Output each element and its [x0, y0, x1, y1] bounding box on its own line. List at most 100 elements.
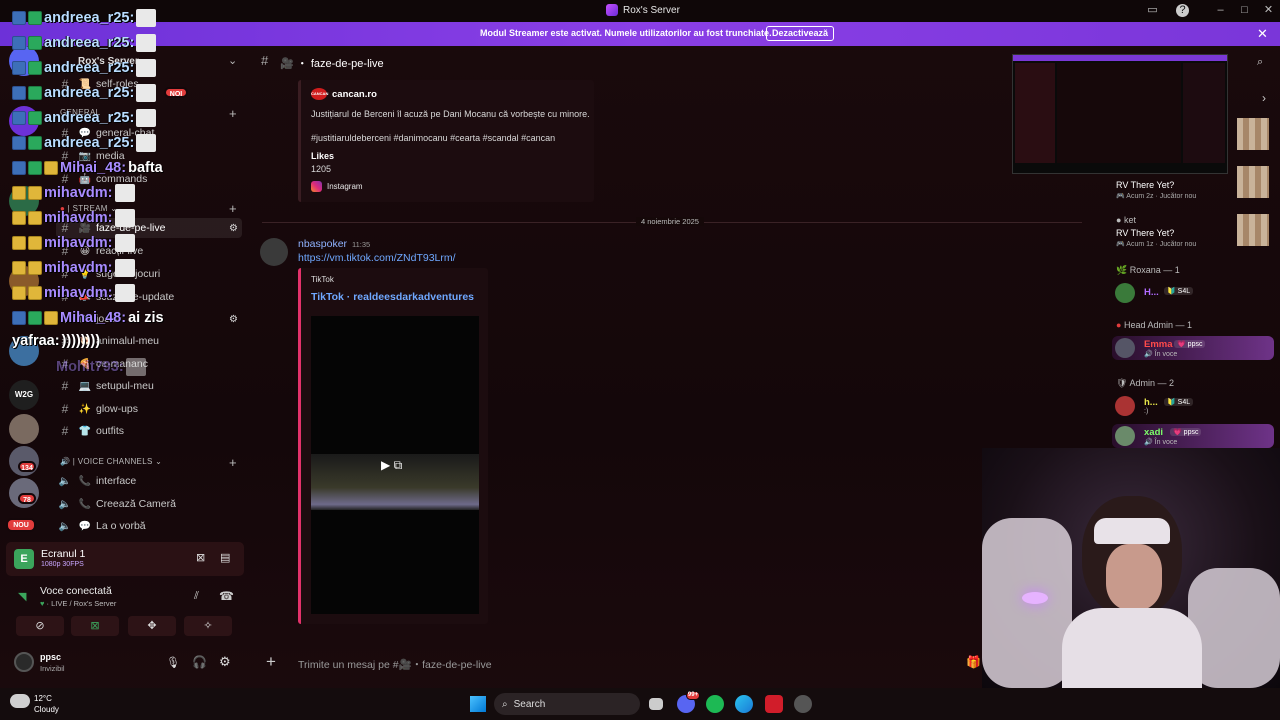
hash-icon: # [61, 221, 69, 235]
member-row[interactable]: Emma 💗 ppsc 🔊 În voce [1112, 336, 1274, 360]
task-view-icon[interactable] [649, 698, 663, 710]
voice-channel-item[interactable]: 🔈 📞 interface [56, 471, 242, 491]
server-tag: 🔰 S4L [1164, 398, 1194, 406]
activities-button[interactable]: ✥ [128, 616, 176, 636]
channel-item[interactable]: # 😀 reacții-live [56, 241, 242, 261]
stream-preview[interactable] [1012, 54, 1228, 174]
channel-item[interactable]: # 🐶 animalul-meu [56, 331, 242, 351]
speaker-icon: 🔈 [58, 475, 72, 487]
minimize-icon[interactable]: – [1214, 4, 1227, 17]
streamer-mode-banner: Modul Streamer este activat. Numele util… [0, 22, 1280, 46]
add-channel-icon[interactable]: + [229, 106, 237, 121]
disconnect-icon[interactable]: ☎ [219, 589, 234, 603]
noise-suppression-icon[interactable]: ⫽ [194, 590, 199, 603]
hash-icon: # [61, 77, 69, 91]
help-icon[interactable]: ? [1176, 4, 1189, 17]
channel-item[interactable]: # 👕 outfits [56, 421, 242, 441]
w2g-server-icon[interactable]: W2G [9, 380, 39, 410]
channel-label: reacții-live [96, 245, 144, 257]
gear-icon[interactable]: ⚙ [219, 654, 231, 670]
share-screen-button[interactable]: ⊠ [71, 616, 119, 636]
server-tag: 🔰 S4L [1164, 287, 1194, 295]
channel-item[interactable]: # 💡 sugestii-jocuri [56, 264, 242, 284]
play-icon[interactable]: ▶ ⧉ [381, 458, 402, 473]
disable-streamer-button[interactable]: Dezactivează [766, 26, 835, 41]
channel-item[interactable]: # 💻 setupul-meu [56, 376, 242, 396]
member-row[interactable]: h... 🔰 S4L :) [1112, 394, 1274, 418]
message-input[interactable]: Trimite un mesaj pe #🎥・faze-de-pe-live [298, 657, 492, 672]
stream-settings-icon[interactable]: ▤ [220, 551, 230, 564]
member-group-label: ● Head Admin — 1 [1116, 320, 1192, 330]
embed-title[interactable]: TikTok · realdeesdarkadventures [311, 291, 474, 303]
maximize-icon[interactable]: □ [1238, 4, 1251, 17]
home-icon[interactable] [9, 46, 39, 76]
category-stream[interactable]: ● | STREAM ⌄ [60, 204, 117, 213]
chevron-right-icon[interactable]: › [1262, 91, 1266, 105]
avatar[interactable] [1237, 118, 1269, 150]
server-icon[interactable] [9, 266, 39, 296]
soundboard-button[interactable]: ✧ [184, 616, 232, 636]
channel-item[interactable]: # 💬 general-chat [56, 123, 242, 143]
voice-channel-item[interactable]: 🔈 📞 Creează Cameră [56, 494, 242, 514]
server-icon[interactable] [9, 336, 39, 366]
activity-title: RV There Yet? [1116, 180, 1175, 190]
add-attachment-icon[interactable]: + [266, 652, 276, 672]
channel-item-active[interactable]: # 🎥 faze-de-pe-live ⚙ [56, 218, 242, 238]
category-general[interactable]: GENERAL [60, 108, 100, 117]
voice-channel-item[interactable]: 🔈 💬 La o vorbă [56, 516, 242, 536]
signal-icon: ◥ [18, 591, 27, 603]
server-header[interactable]: Rox's Server ⌄ [56, 55, 242, 70]
screen-share-panel[interactable]: E Ecranul 1 1080p 30FPS ⊠ ▤ [6, 542, 244, 576]
embed-provider[interactable]: CANCAN cancan.ro [311, 88, 377, 100]
channel-item[interactable]: # 🤖 commands [56, 169, 242, 189]
date-separator: 4 noiembrie 2025 [262, 217, 1082, 226]
video-player[interactable]: ▶ ⧉ [311, 316, 479, 614]
instagram-icon [311, 181, 322, 192]
inbox-icon[interactable]: ▭ [1146, 4, 1159, 17]
close-window-icon[interactable]: ✕ [1262, 4, 1275, 17]
activity-sub: 🎮 Acum 2z · Jucător nou [1116, 193, 1197, 200]
member-name: xadi [1144, 427, 1164, 438]
add-channel-icon[interactable]: + [229, 455, 237, 470]
search-icon[interactable]: ⌕ [1257, 56, 1263, 69]
channel-item[interactable]: # 🍕 ce-mananc [56, 354, 242, 374]
channel-item[interactable]: # 📜 self-roles [56, 74, 242, 94]
server-icon[interactable] [9, 106, 39, 136]
channel-item[interactable]: # 📷 media [56, 146, 242, 166]
camera-off-button[interactable]: ⊘ [16, 616, 64, 636]
avatar[interactable] [1237, 166, 1269, 198]
avatar[interactable] [260, 238, 288, 266]
steam-icon[interactable] [794, 695, 812, 713]
channel-item[interactable]: # 📣 scuza-de-update [56, 287, 242, 307]
gift-icon[interactable]: 🎁 [966, 655, 981, 669]
weather-widget[interactable]: 12°C Cloudy [34, 693, 59, 715]
category-voice[interactable]: 🔊 | VOICE CHANNELS ⌄ [60, 457, 162, 466]
channel-settings-icon[interactable]: ⚙ [229, 223, 238, 234]
member-name[interactable]: ● ket [1116, 215, 1196, 225]
windows-start-icon[interactable] [470, 696, 486, 712]
channel-item[interactable]: # 🎮 jocuri ⚙ [56, 309, 242, 329]
channel-settings-icon[interactable]: ⚙ [229, 314, 238, 325]
avatar[interactable] [1237, 214, 1269, 246]
message-link[interactable]: https://vm.tiktok.com/ZNdT93Lrm/ [298, 252, 456, 264]
channel-emoji: 👕 [78, 425, 92, 437]
message-author[interactable]: nbaspoker [298, 238, 347, 250]
headphones-icon[interactable]: 🎧 [192, 655, 207, 669]
microphone-icon[interactable]: 🎙 [166, 656, 180, 669]
server-icon[interactable] [9, 414, 39, 444]
add-channel-icon[interactable]: + [229, 201, 237, 216]
channel-label: jocuri [96, 313, 122, 325]
message-composer[interactable]: + Trimite un mesaj pe #🎥・faze-de-pe-live… [256, 646, 986, 680]
spotify-icon[interactable] [706, 695, 724, 713]
taskbar-search[interactable]: ⌕ Search [494, 693, 640, 715]
app-icon[interactable] [765, 695, 783, 713]
avatar[interactable] [14, 652, 34, 672]
member-row[interactable]: H... 🔰 S4L [1112, 281, 1274, 305]
stop-stream-icon[interactable]: ⊠ [196, 551, 205, 564]
server-icon[interactable] [9, 186, 39, 216]
close-banner-icon[interactable]: ✕ [1257, 26, 1268, 42]
channel-item[interactable]: # ✨ glow-ups [56, 399, 242, 419]
tiktok-embed: TikTok TikTok · realdeesdarkadventures ▶… [298, 268, 488, 624]
edge-icon[interactable] [735, 695, 753, 713]
member-row[interactable]: xadi 💗 ppsc 🔊 În voce [1112, 424, 1274, 448]
